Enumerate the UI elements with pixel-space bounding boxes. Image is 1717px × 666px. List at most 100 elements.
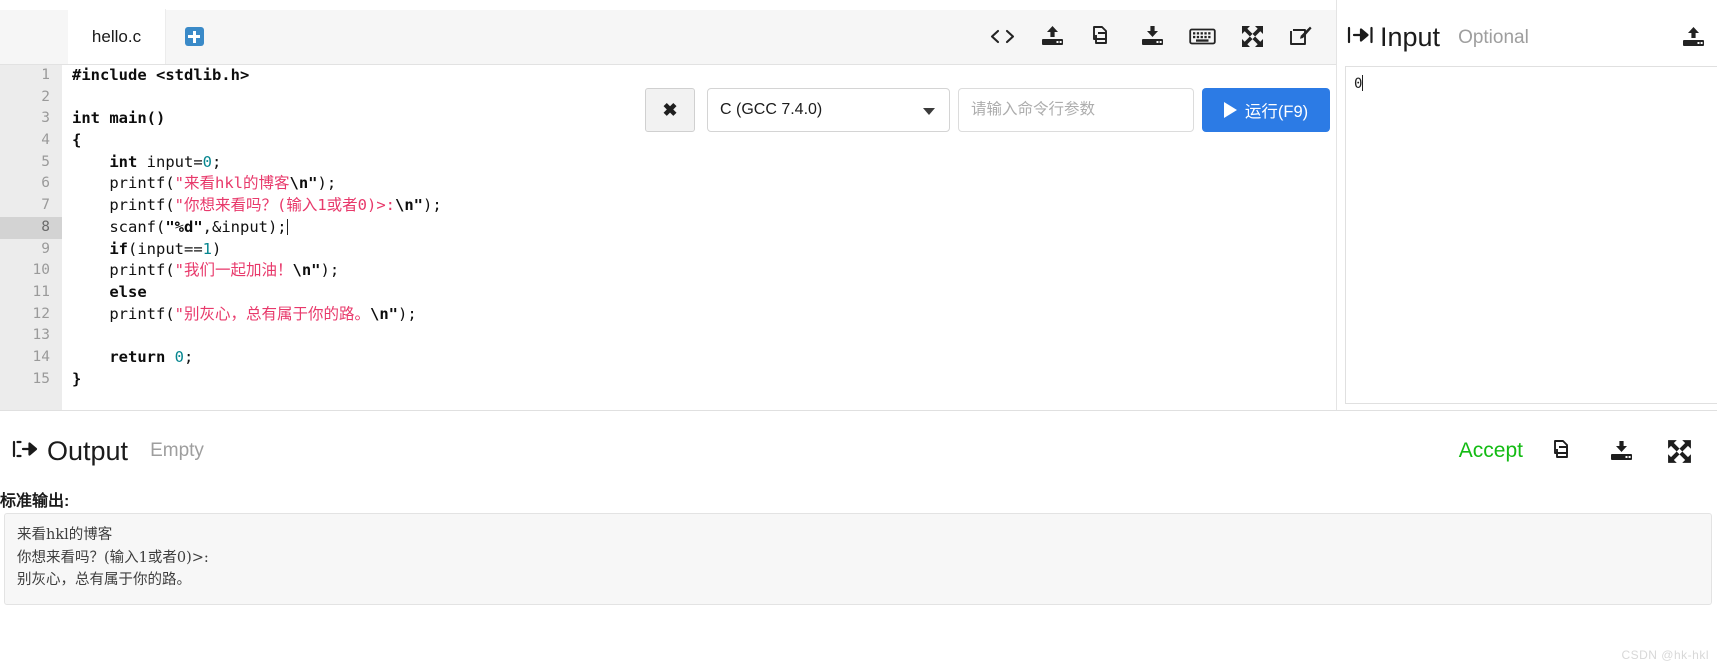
upload-icon[interactable] [1030, 15, 1074, 59]
code-token: 0 [174, 347, 185, 366]
fullscreen-icon[interactable] [1661, 433, 1697, 469]
code-token: else [72, 282, 147, 301]
code-line[interactable]: else [62, 282, 1336, 304]
code-token: { [72, 131, 82, 150]
edit-icon[interactable] [1280, 15, 1324, 59]
copy-icon[interactable] [1545, 433, 1581, 469]
input-panel: Input Optional 0 [1336, 0, 1717, 410]
download-icon[interactable] [1603, 433, 1639, 469]
code-token: ); [422, 196, 442, 215]
tab-bar-left-padding [0, 10, 68, 64]
plus-square-icon [184, 27, 204, 46]
code-line[interactable]: int input=0; [62, 152, 1336, 174]
output-panel: Output Empty Accept 标准输出: 来看hkl的博客 你想来看吗… [0, 410, 1717, 666]
code-line[interactable]: } [62, 369, 1336, 391]
line-number-gutter: 1 2 3 4 5 6 7 8 9 10 11 12 13 14 15 [0, 65, 62, 410]
code-line[interactable]: { [62, 130, 1336, 152]
run-button[interactable]: 运行(F9) [1202, 88, 1330, 132]
stdout-line: 你想来看吗？(输入1或者0)>: [17, 549, 209, 566]
input-upload-icon[interactable] [1670, 15, 1716, 61]
input-panel-title: Input [1380, 22, 1441, 52]
code-token: ; [212, 152, 222, 171]
code-token: ); [317, 174, 337, 193]
line-number: 5 [41, 153, 50, 170]
input-caret [1362, 75, 1364, 91]
editor-column: hello.c 1 2 3 4 5 6 7 8 9 10 11 12 13 14… [0, 0, 1336, 410]
code-line[interactable]: printf("你想来看吗？(输入1或者0)>:\n"); [62, 195, 1336, 217]
code-line[interactable]: return 0; [62, 347, 1336, 369]
line-number: 8 [0, 216, 62, 239]
line-number: 4 [41, 132, 50, 149]
stdout-line: 别灰心，总有属于你的路。 [17, 572, 191, 588]
code-token: \n" [289, 174, 318, 193]
code-line[interactable]: if(input==1) [62, 239, 1336, 261]
line-number: 15 [32, 370, 50, 387]
command-line-args-input[interactable] [958, 88, 1194, 132]
line-number: 6 [41, 175, 50, 192]
fullscreen-icon[interactable] [1230, 15, 1274, 59]
editor-toolbar [980, 9, 1336, 64]
editor-tab-bar: hello.c [0, 9, 1336, 65]
code-line[interactable]: #include <stdlib.h> [62, 65, 1336, 87]
code-line[interactable]: printf("我们一起加油！\n"); [62, 260, 1336, 282]
keyboard-icon[interactable] [1180, 15, 1224, 59]
code-token: if [72, 239, 128, 258]
code-line[interactable]: printf("别灰心，总有属于你的路。\n"); [62, 304, 1336, 326]
code-line[interactable]: printf("来看hkl的博客\n"); [62, 173, 1336, 195]
code-token: ,&input); [202, 217, 287, 236]
code-token: int [72, 152, 138, 171]
output-action-group: Accept [1459, 433, 1717, 469]
input-panel-header: Input Optional [1337, 10, 1717, 65]
tab-hello-c[interactable]: hello.c [68, 9, 166, 64]
language-select-value: C (GCC 7.4.0) [720, 101, 823, 118]
stdout-content: 来看hkl的博客 你想来看吗？(输入1或者0)>: 别灰心，总有属于你的路。 [4, 513, 1712, 605]
line-number: 10 [32, 262, 50, 279]
language-select[interactable]: C (GCC 7.4.0) [707, 88, 950, 132]
code-token: ); [320, 261, 340, 280]
code-token: \n" [292, 261, 321, 280]
online-c-compiler-app: hello.c 1 2 3 4 5 6 7 8 9 10 11 12 13 14… [0, 0, 1717, 666]
close-icon: ✖ [662, 99, 678, 120]
code-token: printf( [72, 174, 175, 193]
copy-icon[interactable] [1080, 15, 1124, 59]
code-token: "来看hkl的博客 [174, 174, 290, 193]
output-panel-title: Output [47, 435, 129, 466]
code-token: ); [398, 304, 417, 323]
code-token: printf( [72, 196, 175, 215]
code-token: } [72, 369, 82, 388]
line-number: 11 [32, 283, 50, 300]
code-token: return [72, 347, 166, 366]
chevron-down-icon [923, 108, 935, 115]
watermark: CSDN @hk-hkl [1621, 648, 1709, 662]
close-run-bar-button[interactable]: ✖ [645, 88, 695, 132]
line-number: 2 [41, 88, 50, 105]
code-token: ) [212, 239, 222, 258]
code-token: \n" [370, 304, 398, 323]
code-icon[interactable] [980, 15, 1024, 59]
code-line[interactable] [62, 325, 1336, 347]
code-token: (input== [128, 239, 203, 258]
line-number: 12 [32, 305, 50, 322]
output-arrow-icon [12, 438, 39, 465]
play-icon [1223, 102, 1237, 118]
output-panel-header: Output Empty Accept [0, 421, 1717, 481]
input-textarea[interactable]: 0 [1345, 66, 1717, 404]
accept-button[interactable]: Accept [1459, 439, 1523, 463]
code-token: \n" [394, 196, 423, 215]
code-token: "%d" [165, 217, 203, 236]
output-panel-status: Empty [150, 440, 204, 461]
code-token: ; [184, 347, 194, 366]
download-icon[interactable] [1130, 15, 1174, 59]
input-arrow-icon [1347, 24, 1374, 51]
code-token: "我们一起加油！ [174, 261, 293, 280]
stdout-label: 标准输出: [0, 493, 70, 510]
run-control-bar: ✖ C (GCC 7.4.0) 运行(F9) [645, 88, 1330, 132]
text-caret [286, 218, 288, 235]
code-token: input= [137, 152, 203, 171]
code-line[interactable]: scanf("%d",&input); [62, 217, 1336, 239]
code-token: "别灰心，总有属于你的路。 [174, 304, 370, 323]
code-token: #include <stdlib.h> [72, 66, 250, 84]
line-number: 13 [32, 327, 50, 344]
new-tab-button[interactable] [166, 9, 222, 64]
